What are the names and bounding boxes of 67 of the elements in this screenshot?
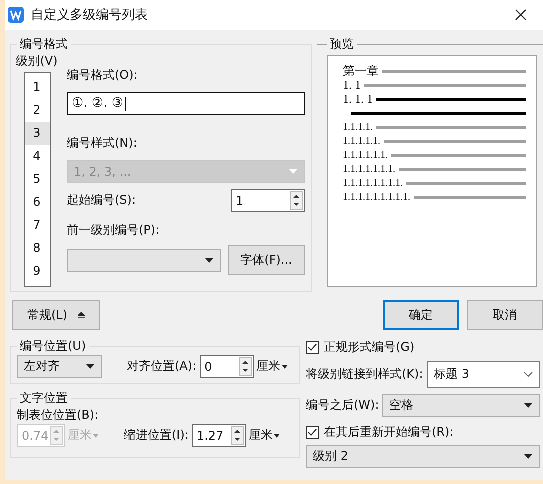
chevron-down-icon: [524, 372, 533, 377]
group-title: 编号位置(U): [19, 338, 88, 355]
follow-number-label: 编号之后(W):: [306, 397, 380, 414]
spin-buttons-icon[interactable]: [290, 191, 303, 210]
level-item[interactable]: 3: [24, 122, 50, 145]
caret-icon: [93, 434, 99, 438]
font-button[interactable]: 字体(F)...: [228, 245, 305, 275]
legal-numbering-label: 正规形式编号(G): [324, 338, 415, 356]
unit-dropdown[interactable]: 厘米: [256, 358, 288, 375]
level-item[interactable]: 8: [24, 237, 50, 260]
preview-number: 1.1.1.1.1.1.1.1.1.: [343, 192, 410, 202]
close-icon[interactable]: [515, 9, 527, 21]
window-title: 自定义多级编号列表: [31, 7, 149, 24]
preview-number: 第一章: [343, 62, 379, 80]
preview-number: 1.1.1.1.1.1.: [343, 150, 388, 160]
alignment-dropdown[interactable]: 左对齐: [17, 355, 102, 378]
aligned-at-label: 对齐位置(A):: [127, 358, 197, 375]
format-label: 编号格式(O):: [67, 67, 139, 84]
caret-icon: [289, 169, 298, 174]
text-cursor: [124, 96, 126, 110]
previous-level-label: 前一级别编号(P):: [67, 222, 161, 239]
level-item[interactable]: 9: [24, 260, 50, 283]
level-item[interactable]: 5: [24, 168, 50, 191]
tab-stop-label: 制表位位置(B):: [17, 408, 99, 422]
level-item[interactable]: 1: [24, 76, 50, 99]
preview-number: 1. 1: [343, 78, 361, 92]
link-style-label: 将级别链接到样式(K):: [306, 366, 424, 383]
indent-label: 缩进位置(I):: [124, 427, 189, 444]
number-field[interactable]: 0: [200, 355, 254, 378]
number-field[interactable]: 1.27: [192, 424, 246, 447]
restart-numbering-label: 在其后重新开始编号(R):: [324, 424, 454, 440]
preview-number: 1. 1. 1: [343, 92, 373, 106]
restart-level-dropdown[interactable]: 级别 2: [306, 445, 540, 468]
group-title: 预览: [329, 36, 355, 53]
format-field[interactable]: ①. ②. ③: [67, 92, 305, 115]
collapse-icon: [78, 312, 85, 318]
caret-icon: [86, 364, 95, 369]
follow-dropdown[interactable]: 空格: [382, 394, 540, 417]
preview-number: 1.1.1.1.1.1.1.: [343, 164, 396, 174]
spin-buttons-icon[interactable]: [238, 357, 252, 376]
preview-number: 1.1.1.1.1.: [343, 136, 380, 146]
style-combobox[interactable]: 标题 3: [427, 361, 540, 388]
unit-dropdown[interactable]: 厘米: [248, 427, 280, 444]
caret-icon: [524, 454, 533, 459]
caret-icon: [282, 364, 288, 368]
group-title: 文字位置: [19, 390, 69, 407]
app-logo-icon: [8, 7, 24, 23]
number-field[interactable]: 1: [231, 189, 305, 212]
level-item[interactable]: 7: [24, 214, 50, 237]
level-item[interactable]: 6: [24, 191, 50, 214]
preview-number: 1.1.1.1.: [343, 122, 373, 132]
level-item[interactable]: 2: [24, 99, 50, 122]
spin-buttons-icon[interactable]: [230, 426, 244, 445]
group-title: 编号格式: [19, 36, 69, 53]
ok-button[interactable]: 确定: [383, 300, 459, 330]
level-label: 级别(V): [16, 53, 58, 70]
general-button[interactable]: 常规(L): [12, 300, 100, 330]
preview-number: 1.1.1.1.1.1.1.1.: [343, 178, 403, 188]
caret-icon: [274, 434, 280, 438]
style-label: 编号样式(N):: [67, 135, 138, 152]
checkbox[interactable]: [306, 426, 319, 438]
caret-icon: [205, 258, 214, 262]
checkbox[interactable]: [306, 340, 319, 354]
start-label: 起始编号(S):: [67, 192, 136, 209]
cancel-button[interactable]: 取消: [467, 300, 543, 330]
caret-icon: [524, 403, 533, 408]
level-item[interactable]: 4: [24, 145, 50, 168]
